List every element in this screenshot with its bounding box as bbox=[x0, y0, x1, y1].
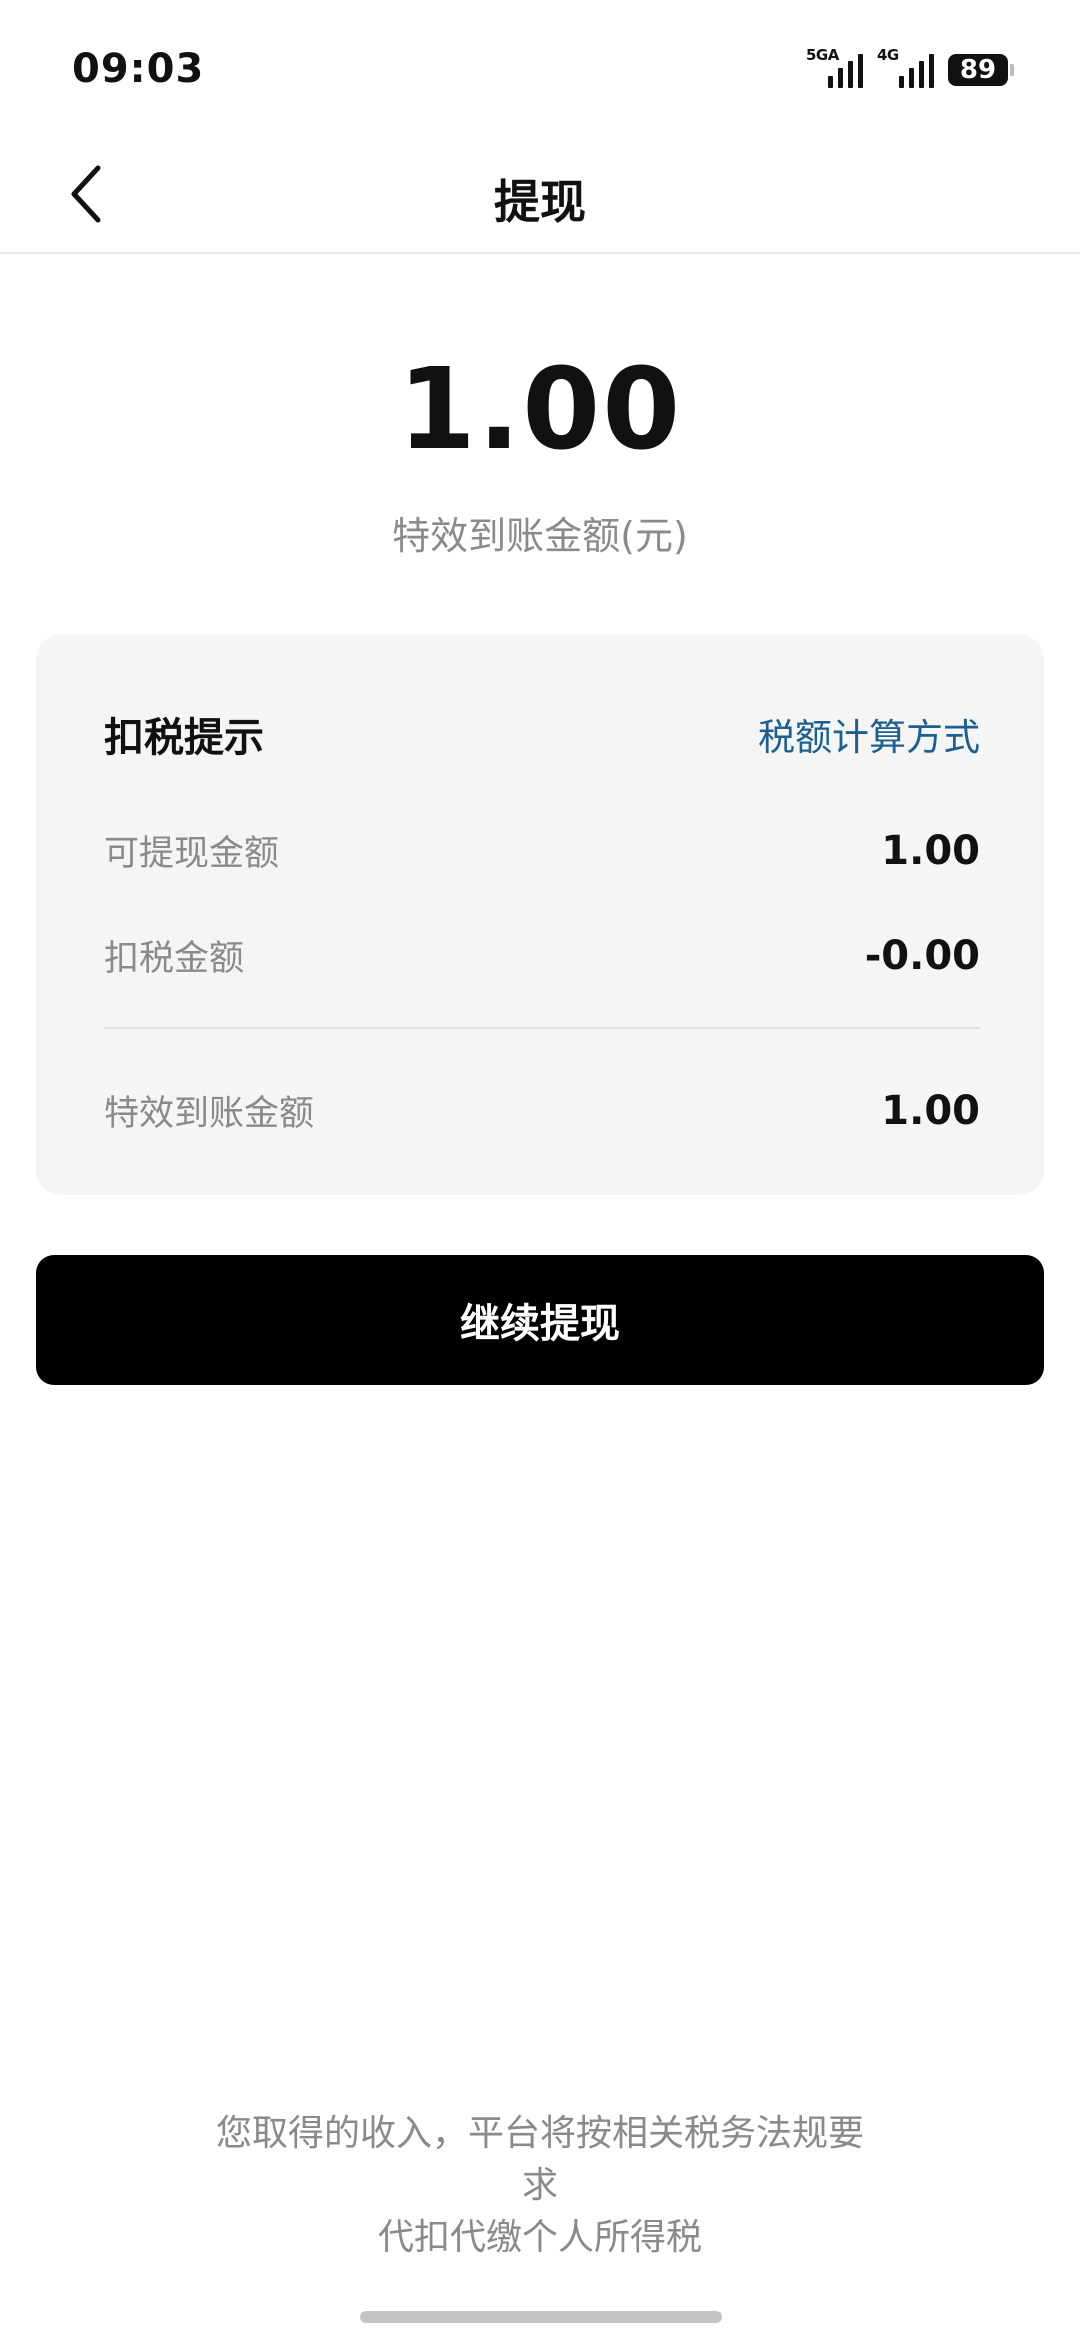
status-time: 09:03 bbox=[72, 46, 205, 92]
received-amount-label: 特效到账金额 bbox=[104, 1094, 315, 1134]
tax-card-title: 扣税提示 bbox=[104, 715, 264, 761]
amount-value: 1.00 bbox=[397, 345, 683, 475]
tax-card-header: 扣税提示 税额计算方式 bbox=[104, 705, 980, 763]
received-amount-row: 特效到账金额 1.00 bbox=[104, 1085, 980, 1136]
tax-amount-label: 扣税金额 bbox=[104, 939, 245, 979]
notice-line: 代扣代缴个人所得税 bbox=[377, 2217, 702, 2258]
tax-info-card: 扣税提示 税额计算方式 可提现金额 1.00 扣税金额 -0.00 特效到账金额… bbox=[36, 635, 1044, 1195]
nav-bar: 提现 bbox=[0, 140, 1080, 254]
battery-icon: 89 bbox=[948, 54, 1014, 86]
tax-amount-value: -0.00 bbox=[864, 932, 980, 979]
continue-withdraw-button[interactable]: 继续提现 bbox=[36, 1255, 1044, 1385]
signal-4g-label: 4G bbox=[877, 46, 899, 64]
received-amount-value: 1.00 bbox=[881, 1087, 980, 1134]
status-bar: 09:03 5GA 4G 89 bbox=[0, 0, 1080, 140]
status-icons: 5GA 4G 89 bbox=[806, 46, 1014, 88]
tax-calc-method-link[interactable]: 税额计算方式 bbox=[758, 707, 980, 761]
tax-amount-row: 扣税金额 -0.00 bbox=[104, 930, 980, 981]
withdrawable-amount-row: 可提现金额 1.00 bbox=[104, 825, 980, 876]
signal-5g-label: 5GA bbox=[806, 46, 839, 64]
page-title: 提现 bbox=[494, 175, 586, 229]
signal-bars bbox=[899, 54, 934, 88]
signal-5g-icon: 5GA bbox=[806, 46, 863, 88]
divider bbox=[104, 1027, 980, 1029]
home-indicator[interactable] bbox=[360, 2311, 722, 2323]
signal-4g-icon: 4G bbox=[877, 46, 934, 88]
withdrawable-amount-label: 可提现金额 bbox=[104, 834, 280, 874]
amount-label: 特效到账金额(元) bbox=[392, 514, 688, 558]
notice-line: 求 bbox=[521, 2165, 558, 2206]
notice-line: 您取得的收入，平台将按相关税务法规要 bbox=[215, 2113, 864, 2154]
withdrawable-amount-value: 1.00 bbox=[881, 827, 980, 874]
tax-withholding-notice: 您取得的收入，平台将按相关税务法规要 求 代扣代缴个人所得税 bbox=[190, 2108, 890, 2264]
